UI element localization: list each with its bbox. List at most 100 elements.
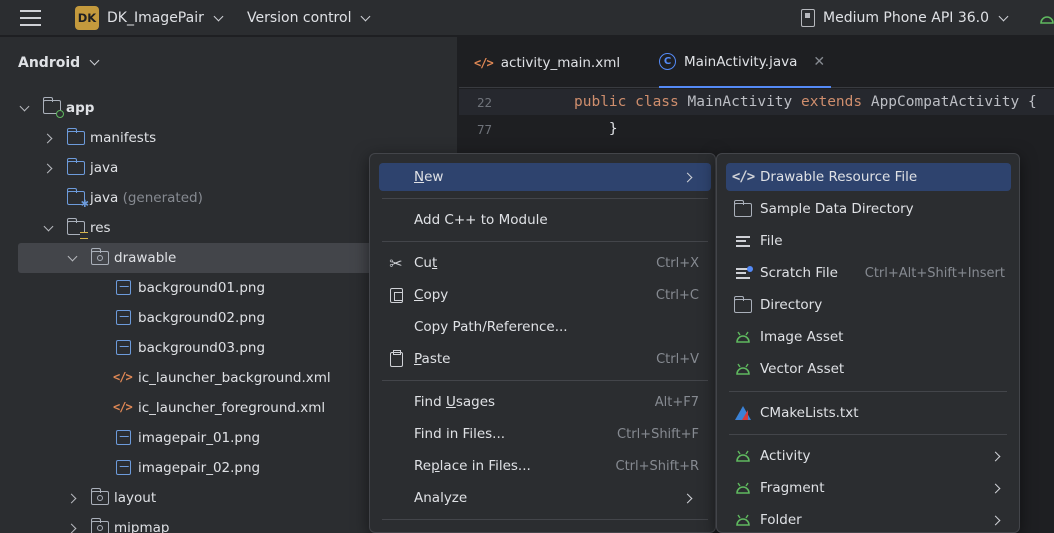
chevron-down-icon xyxy=(998,11,1009,21)
folder-icon xyxy=(733,200,752,218)
chevron-right-icon xyxy=(682,493,693,503)
menu-item-label: Find in Files... xyxy=(414,426,506,442)
tree-item-label: java xyxy=(90,160,119,176)
submenu-item-folder[interactable]: Folder xyxy=(726,506,1011,533)
project-view-label: Android xyxy=(18,54,81,71)
tree-item-label: background03.png xyxy=(138,340,266,356)
resources-folder-icon xyxy=(66,218,88,239)
shortcut: Ctrl+Alt+Shift+Insert xyxy=(864,265,1005,281)
shortcut: Ctrl+V xyxy=(656,351,699,367)
collapse-arrow-icon[interactable] xyxy=(42,163,53,173)
folder-icon xyxy=(66,158,85,176)
menu-item-analyze[interactable]: Analyze xyxy=(379,484,711,512)
menu-item-copy[interactable]: Copy Ctrl+C xyxy=(379,281,711,309)
device-selector[interactable]: Medium Phone API 36.0 xyxy=(801,0,1009,36)
android-icon xyxy=(734,329,752,345)
menu-item-label: Sample Data Directory xyxy=(760,201,914,217)
menu-item-label: Cut xyxy=(414,255,438,271)
expand-arrow-icon[interactable] xyxy=(19,101,30,111)
menu-item-label: Copy Path/Reference... xyxy=(414,319,568,335)
tree-item-label: layout xyxy=(114,490,157,506)
menu-item-find-in-files[interactable]: Find in Files... Ctrl+Shift+F xyxy=(379,420,711,448)
shortcut: Alt+F7 xyxy=(654,394,699,410)
collapse-arrow-icon[interactable] xyxy=(42,133,53,143)
project-name: DK_ImagePair xyxy=(107,10,204,26)
menu-item-label: File xyxy=(760,233,783,249)
menu-item-label: Analyze xyxy=(414,490,468,506)
menu-item-label: Copy xyxy=(414,287,449,303)
xml-file-icon: </> xyxy=(113,370,133,384)
code-text: public class MainActivity extends AppCom… xyxy=(574,94,1037,110)
menu-item-label: Directory xyxy=(760,297,823,313)
code-line[interactable]: 77 } xyxy=(459,116,1054,142)
menu-item-label: Folder xyxy=(760,512,802,528)
main-menu-icon[interactable] xyxy=(19,0,41,36)
submenu-item-sample-data-directory[interactable]: Sample Data Directory xyxy=(726,195,1011,223)
version-control-label: Version control xyxy=(247,10,352,26)
submenu-item-file[interactable]: File xyxy=(726,227,1011,255)
menu-item-add-cpp[interactable]: Add C++ to Module xyxy=(379,206,711,234)
menu-item-label: Find Usages xyxy=(414,394,496,410)
project-selector[interactable]: DK DK_ImagePair xyxy=(75,0,224,36)
project-badge: DK xyxy=(75,6,99,30)
generated-suffix: (generated) xyxy=(122,190,203,206)
menu-item-find-usages[interactable]: Find Usages Alt+F7 xyxy=(379,388,711,416)
collapse-arrow-icon[interactable] xyxy=(66,493,77,503)
line-number: 77 xyxy=(477,121,493,137)
image-file-icon xyxy=(116,430,134,445)
folder-icon xyxy=(90,488,109,506)
menu-item-label: Scratch File xyxy=(760,265,838,281)
submenu-item-scratch-file[interactable]: Scratch File Ctrl+Alt+Shift+Insert xyxy=(726,259,1011,287)
code-line[interactable]: 22 public class MainActivity extends App… xyxy=(459,89,1054,115)
menu-separator xyxy=(729,434,1007,435)
submenu-item-fragment[interactable]: Fragment xyxy=(726,474,1011,502)
tree-item-manifests[interactable]: manifests xyxy=(0,123,458,153)
submenu-item-image-asset[interactable]: Image Asset xyxy=(726,323,1011,351)
version-control-menu[interactable]: Version control xyxy=(247,0,371,36)
menu-item-paste[interactable]: Paste Ctrl+V xyxy=(379,345,711,373)
scratch-file-icon xyxy=(734,265,753,281)
tree-item-label: ic_launcher_foreground.xml xyxy=(138,400,326,416)
title-bar: DK DK_ImagePair Version control Medium P… xyxy=(0,0,1054,36)
menu-item-copy-path[interactable]: Copy Path/Reference... xyxy=(379,313,711,341)
device-icon xyxy=(801,9,815,27)
device-name: Medium Phone API 36.0 xyxy=(823,10,990,26)
module-folder-icon xyxy=(42,97,64,118)
folder-icon xyxy=(66,128,85,146)
shortcut: Ctrl+Shift+R xyxy=(615,458,700,474)
chevron-right-icon xyxy=(990,451,1001,461)
chevron-right-icon xyxy=(990,483,1001,493)
submenu-item-vector-asset[interactable]: Vector Asset xyxy=(726,355,1011,383)
context-menu: New Add C++ to Module ✂ Cut Ctrl+X Copy … xyxy=(369,153,716,533)
java-class-icon: C xyxy=(659,53,676,70)
generated-folder-icon: ✱ xyxy=(66,188,89,210)
menu-item-label: Paste xyxy=(414,351,451,367)
collapse-arrow-icon[interactable] xyxy=(66,523,77,533)
tree-item-label: background02.png xyxy=(138,310,266,326)
folder-icon xyxy=(733,296,752,314)
line-number: 22 xyxy=(477,94,493,110)
android-run-icon[interactable] xyxy=(1040,0,1054,36)
submenu-item-directory[interactable]: Directory xyxy=(726,291,1011,319)
close-icon[interactable]: ✕ xyxy=(813,54,825,70)
menu-item-label: Drawable Resource File xyxy=(760,169,918,185)
tab-main-activity-java[interactable]: C MainActivity.java ✕ xyxy=(659,37,832,88)
project-view-selector[interactable]: Android xyxy=(18,37,100,88)
expand-arrow-icon[interactable] xyxy=(67,251,78,261)
menu-item-label: Replace in Files... xyxy=(414,458,531,474)
menu-item-replace-in-files[interactable]: Replace in Files... Ctrl+Shift+R xyxy=(379,452,711,480)
tree-item-app[interactable]: app xyxy=(0,93,458,123)
menu-item-label: CMakeLists.txt xyxy=(760,405,859,421)
submenu-item-drawable-resource-file[interactable]: </> Drawable Resource File xyxy=(726,163,1011,191)
tab-activity-main-xml[interactable]: </> activity_main.xml xyxy=(474,37,620,88)
android-icon xyxy=(734,480,752,496)
tree-item-label: imagepair_01.png xyxy=(138,430,261,446)
menu-item-new[interactable]: New xyxy=(379,163,711,191)
file-lines-icon xyxy=(734,233,752,249)
submenu-item-activity[interactable]: Activity xyxy=(726,442,1011,470)
submenu-item-cmakelists[interactable]: CMakeLists.txt xyxy=(726,399,1011,427)
tree-item-label: imagepair_02.png xyxy=(138,460,261,476)
expand-arrow-icon[interactable] xyxy=(43,221,54,231)
menu-item-label: Image Asset xyxy=(760,329,844,345)
menu-item-cut[interactable]: ✂ Cut Ctrl+X xyxy=(379,249,711,277)
